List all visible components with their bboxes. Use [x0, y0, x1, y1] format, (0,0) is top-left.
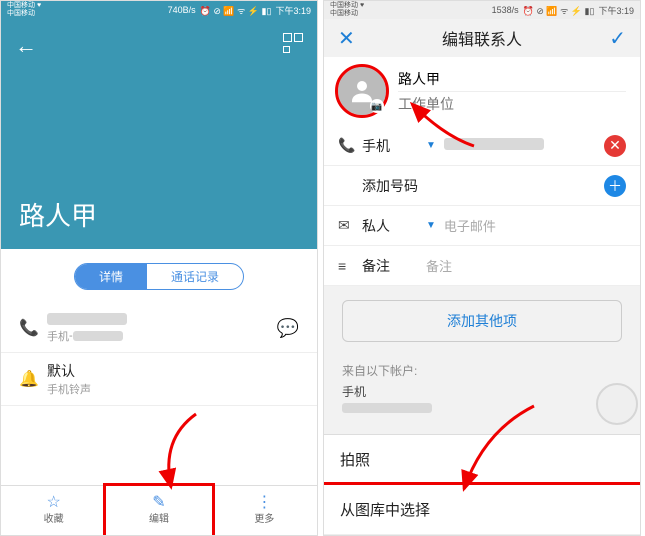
add-number-icon[interactable]: ＋ — [604, 175, 626, 197]
tab-details[interactable]: 详情 — [75, 264, 147, 289]
confirm-icon[interactable]: ✓ — [609, 26, 626, 51]
status-icons: ⏰ ⊘ 📶 ᯤ ⚡ ▮▯ — [200, 4, 272, 17]
bottom-action-bar: ☆ 收藏 ✎ 编辑 ⋮ 更多 — [1, 485, 317, 535]
add-more-fields-button[interactable]: 添加其他项 — [342, 300, 622, 342]
more-button[interactable]: ⋮ 更多 — [212, 486, 317, 535]
ringtone-sub: 手机铃声 — [47, 381, 299, 397]
photo-action-sheet: 拍照 从图库中选择 — [324, 434, 640, 535]
edit-button[interactable]: ✎ 编辑 — [106, 486, 211, 535]
qr-code-icon[interactable] — [283, 33, 303, 53]
row-email[interactable]: ✉ 私人 ▼ 电子邮件 — [324, 206, 640, 246]
ringtone-title: 默认 — [47, 361, 299, 381]
contact-header: ← 路人甲 — [1, 19, 317, 249]
phone-icon: 📞 — [19, 318, 41, 338]
phone-region-blurred — [73, 331, 123, 341]
email-placeholder: 电子邮件 — [444, 216, 626, 235]
carrier-label: 中国移动 ♥ 中国移动 — [7, 2, 41, 18]
edit-header: ✕ 编辑联系人 ✓ — [324, 19, 640, 57]
account-value-blurred — [342, 403, 432, 413]
tab-bar: 详情 通话记录 — [1, 249, 317, 304]
chevron-down-icon[interactable]: ▼ — [426, 140, 436, 151]
back-arrow-icon[interactable]: ← — [15, 33, 37, 59]
sheet-take-photo[interactable]: 拍照 — [324, 435, 640, 485]
status-bar: 中国移动 ♥ 中国移动 740B/s ⏰ ⊘ 📶 ᯤ ⚡ ▮▯ 下午3:19 — [1, 1, 317, 19]
note-icon: ≡ — [338, 258, 362, 274]
phone-contact-detail: 中国移动 ♥ 中国移动 740B/s ⏰ ⊘ 📶 ᯤ ⚡ ▮▯ 下午3:19 ←… — [0, 0, 318, 536]
carrier-label: 中国移动 ♥ 中国移动 — [330, 2, 364, 18]
phone-value-blurred — [444, 138, 544, 150]
message-icon[interactable]: 💬 — [277, 318, 299, 339]
star-icon: ☆ — [46, 492, 60, 510]
net-speed: 740B/s — [168, 5, 196, 15]
phone-edit-contact: 中国移动 ♥ 中国移动 1538/s ⏰ ⊘ 📶 ᯤ ⚡ ▮▯ 下午3:19 ✕… — [323, 0, 641, 536]
camera-badge-icon: 📷 — [370, 99, 384, 113]
accounts-header: 来自以下帐户: — [342, 362, 622, 379]
accounts-section: 来自以下帐户: 手机 — [324, 356, 640, 422]
status-bar: 中国移动 ♥ 中国移动 1538/s ⏰ ⊘ 📶 ᯤ ⚡ ▮▯ 下午3:19 — [324, 1, 640, 19]
clock: 下午3:19 — [598, 4, 634, 17]
row-note[interactable]: ≡ 备注 备注 — [324, 246, 640, 286]
pencil-icon: ✎ — [152, 492, 165, 510]
accounts-line: 手机 — [342, 383, 622, 400]
sheet-choose-gallery[interactable]: 从图库中选择 — [324, 485, 640, 535]
row-ringtone[interactable]: 🔔 默认 手机铃声 — [1, 353, 317, 406]
more-dots-icon: ⋮ — [256, 492, 272, 510]
bell-icon: 🔔 — [19, 369, 41, 389]
name-field[interactable] — [398, 67, 626, 92]
company-field[interactable] — [398, 92, 626, 116]
page-title: 编辑联系人 — [355, 26, 609, 50]
phone-number-blurred — [47, 313, 127, 325]
tab-call-log[interactable]: 通话记录 — [147, 264, 243, 289]
status-icons: ⏰ ⊘ 📶 ᯤ ⚡ ▮▯ — [523, 4, 595, 17]
row-add-number[interactable]: 添加号码 ＋ — [324, 166, 640, 206]
close-icon[interactable]: ✕ — [338, 26, 355, 51]
chevron-down-icon[interactable]: ▼ — [426, 220, 436, 231]
clock: 下午3:19 — [275, 4, 311, 17]
avatar-picker[interactable]: 📷 — [338, 67, 386, 115]
net-speed: 1538/s — [492, 5, 519, 15]
assist-fab[interactable] — [596, 383, 638, 425]
row-phone-number[interactable]: 📞 手机 - 💬 — [1, 304, 317, 353]
phone-type-label: 手机 — [47, 328, 69, 344]
row-phone[interactable]: 📞 手机 ▼ ✕ — [324, 126, 640, 166]
phone-icon: 📞 — [338, 137, 362, 154]
mail-icon: ✉ — [338, 217, 362, 234]
contact-name: 路人甲 — [19, 196, 97, 233]
delete-phone-icon[interactable]: ✕ — [604, 135, 626, 157]
note-placeholder: 备注 — [426, 256, 626, 275]
favorite-button[interactable]: ☆ 收藏 — [1, 486, 106, 535]
